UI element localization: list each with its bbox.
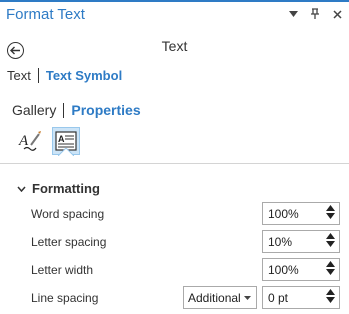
pane-title-bar: Format Text: [0, 0, 349, 27]
spin-down-icon[interactable]: [326, 241, 335, 247]
tab-strip: Gallery Properties: [12, 102, 141, 118]
chevron-down-icon: [17, 186, 26, 192]
breadcrumb-text-symbol[interactable]: Text Symbol: [46, 68, 122, 83]
text-font-brush-icon[interactable]: A: [16, 127, 44, 155]
spinner-arrows[interactable]: [326, 205, 335, 219]
breadcrumb-text[interactable]: Text: [7, 68, 31, 83]
line-spacing-mode-select[interactable]: Additional: [183, 286, 257, 309]
letter-width-input[interactable]: 100%: [262, 258, 340, 281]
section-divider: [0, 163, 349, 164]
formatting-section-header[interactable]: Formatting: [17, 181, 100, 196]
line-spacing-mode-value: Additional: [188, 291, 241, 305]
breadcrumb: Text Text Symbol: [7, 68, 122, 83]
letter-width-value: 100%: [268, 263, 299, 277]
back-arrow-icon[interactable]: [7, 42, 24, 59]
close-icon[interactable]: [331, 8, 343, 20]
pin-icon[interactable]: [309, 8, 321, 20]
selected-tab-pointer: [58, 148, 74, 156]
spinner-arrows[interactable]: [326, 289, 335, 303]
pane-controls: [287, 8, 343, 20]
spinner-arrows[interactable]: [326, 233, 335, 247]
dropdown-arrow-icon: [244, 296, 251, 300]
tab-separator: [63, 102, 65, 118]
tab-gallery[interactable]: Gallery: [12, 102, 56, 118]
svg-text:A: A: [58, 134, 65, 144]
dropdown-arrow-icon[interactable]: [287, 8, 299, 20]
spin-up-icon[interactable]: [326, 205, 335, 211]
section-label: Formatting: [32, 181, 100, 196]
line-spacing-input[interactable]: 0 pt: [262, 286, 340, 309]
spin-up-icon[interactable]: [326, 289, 335, 295]
spin-down-icon[interactable]: [326, 213, 335, 219]
spin-down-icon[interactable]: [326, 297, 335, 303]
spinner-arrows[interactable]: [326, 261, 335, 275]
word-spacing-label: Word spacing: [31, 207, 105, 221]
line-spacing-label: Line spacing: [31, 291, 99, 305]
word-spacing-input[interactable]: 100%: [262, 202, 340, 225]
spin-up-icon[interactable]: [326, 233, 335, 239]
pane-title: Format Text: [6, 6, 85, 23]
breadcrumb-separator: [37, 68, 39, 83]
line-spacing-value: 0 pt: [268, 291, 289, 305]
letter-spacing-label: Letter spacing: [31, 235, 107, 249]
word-spacing-value: 100%: [268, 207, 299, 221]
page-heading: Text: [161, 38, 188, 54]
spin-down-icon[interactable]: [326, 269, 335, 275]
letter-spacing-value: 10%: [268, 235, 293, 249]
letter-width-label: Letter width: [31, 263, 94, 277]
letter-spacing-input[interactable]: 10%: [262, 230, 340, 253]
tab-properties[interactable]: Properties: [71, 102, 140, 118]
svg-text:A: A: [18, 133, 29, 149]
spin-up-icon[interactable]: [326, 261, 335, 267]
